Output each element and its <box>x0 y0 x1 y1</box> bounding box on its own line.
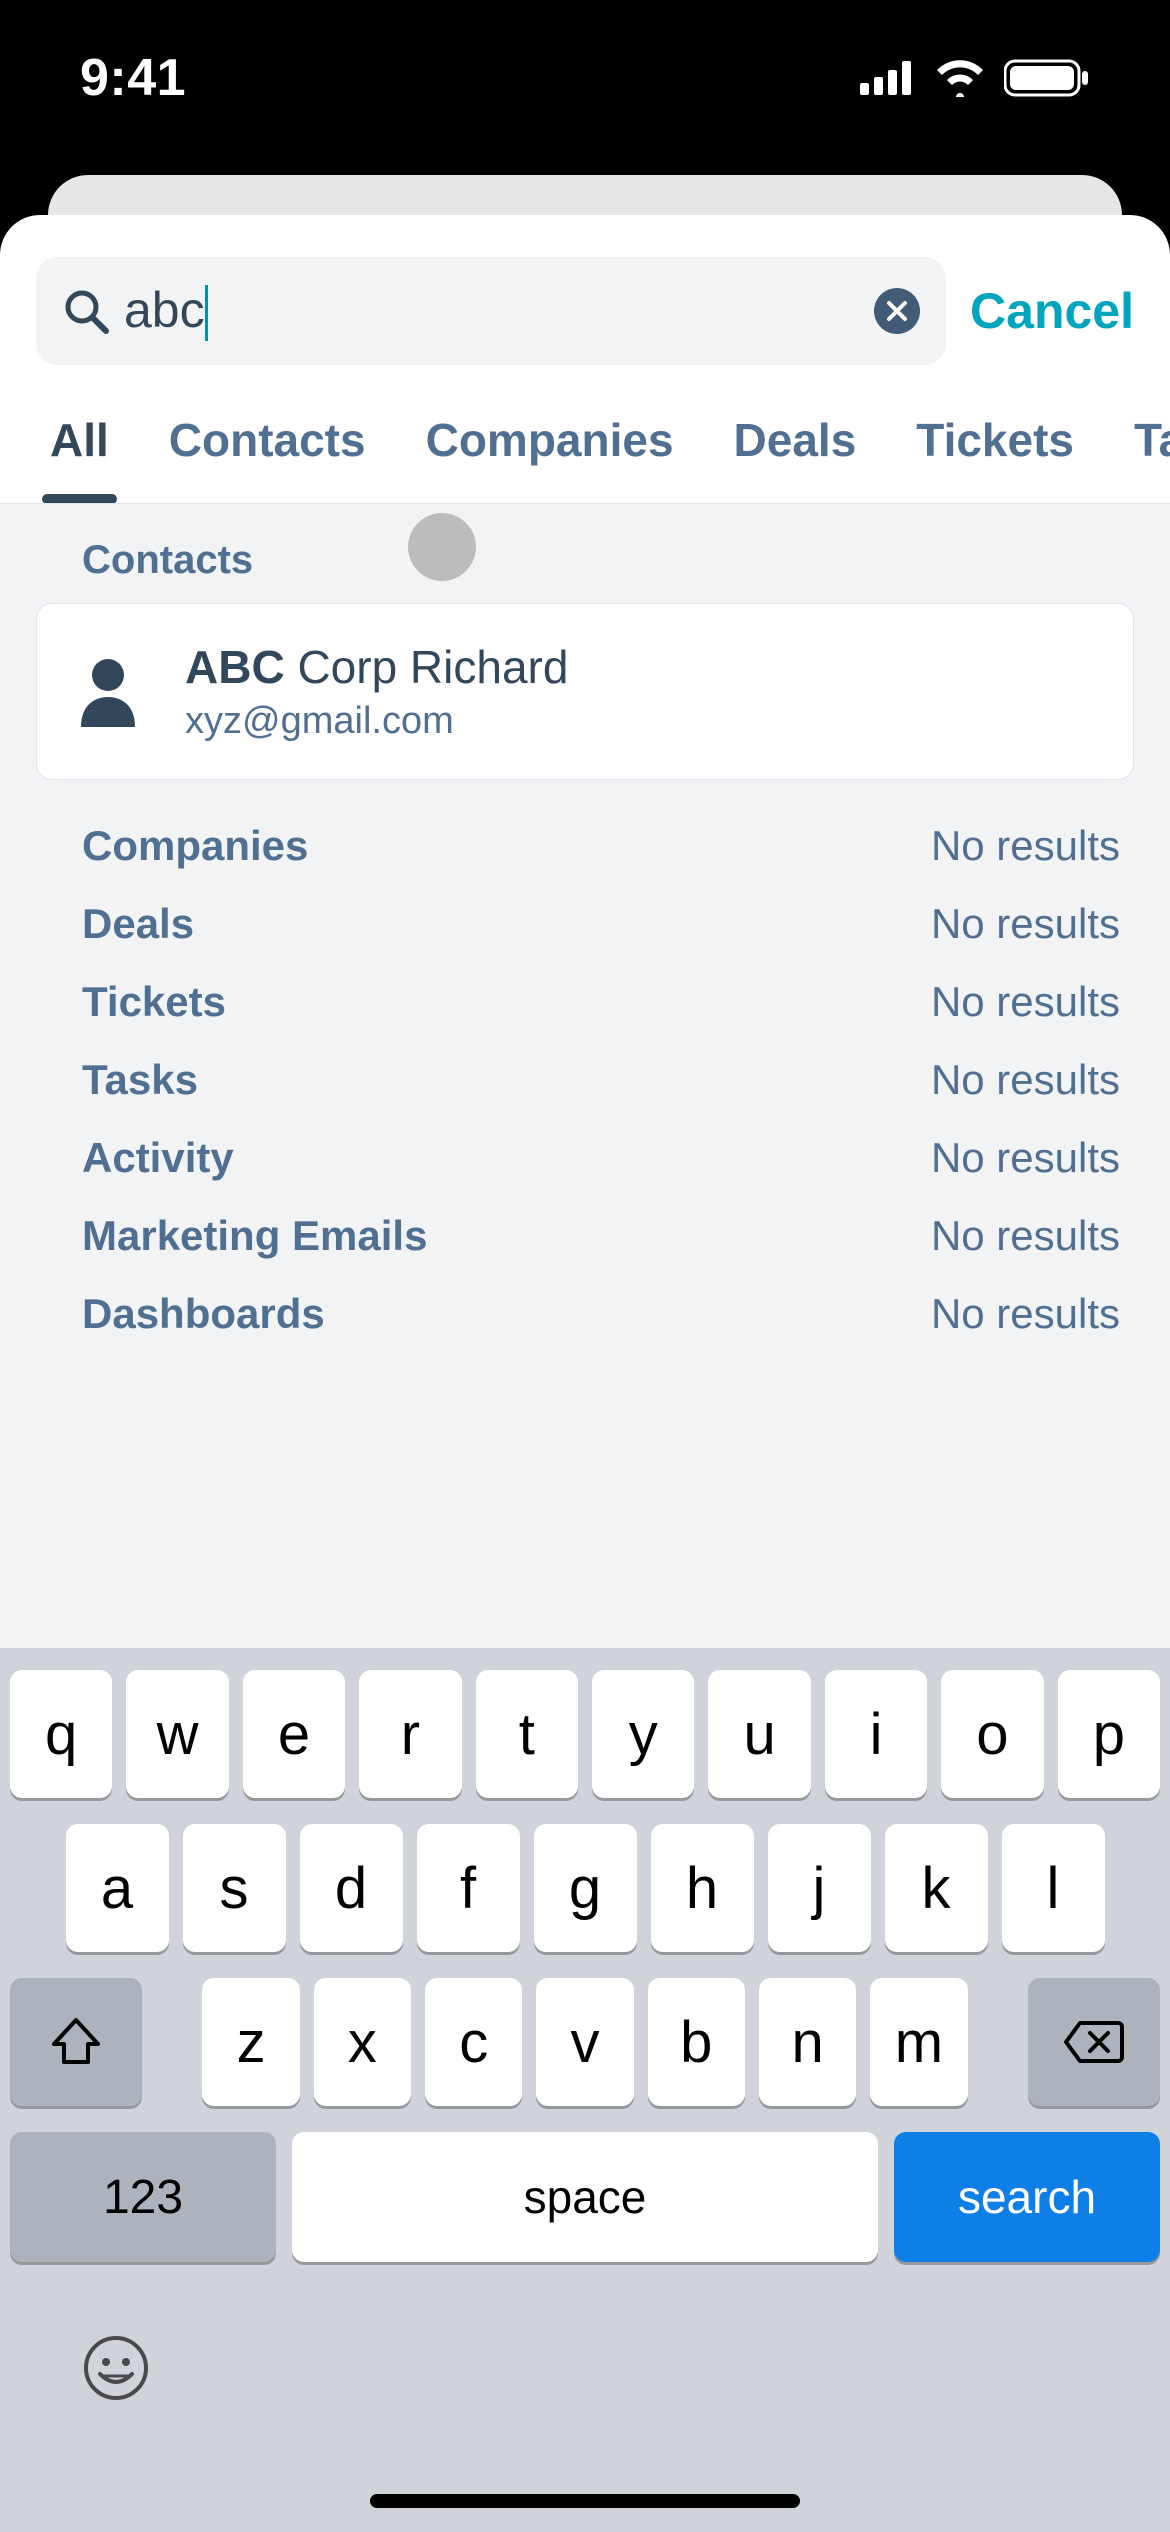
tab-tickets[interactable]: Tickets <box>916 413 1074 503</box>
empty-row-tasks: TasksNo results <box>82 1056 1120 1104</box>
key-i[interactable]: i <box>825 1670 927 1798</box>
key-backspace[interactable] <box>1028 1978 1160 2106</box>
contact-name: ABC Corp Richard <box>185 640 568 694</box>
battery-icon <box>1004 58 1090 98</box>
home-indicator[interactable] <box>370 2494 800 2508</box>
person-icon <box>77 657 139 727</box>
key-search[interactable]: search <box>894 2132 1160 2262</box>
tab-tasks[interactable]: Tasks <box>1134 413 1170 503</box>
empty-row-tickets: TicketsNo results <box>82 978 1120 1026</box>
key-s[interactable]: s <box>183 1824 286 1952</box>
close-icon <box>886 300 908 322</box>
key-y[interactable]: y <box>592 1670 694 1798</box>
filter-tabs: All Contacts Companies Deals Tickets Tas… <box>0 383 1170 504</box>
empty-row-activity: ActivityNo results <box>82 1134 1120 1182</box>
empty-row-marketing-emails: Marketing EmailsNo results <box>82 1212 1120 1260</box>
key-f[interactable]: f <box>417 1824 520 1952</box>
key-v[interactable]: v <box>536 1978 633 2106</box>
clear-search-button[interactable] <box>874 288 920 334</box>
key-q[interactable]: q <box>10 1670 112 1798</box>
key-u[interactable]: u <box>708 1670 810 1798</box>
key-m[interactable]: m <box>870 1978 967 2106</box>
search-icon <box>62 287 110 335</box>
search-input[interactable]: abc <box>124 281 874 342</box>
keyboard-footer <box>10 2288 1160 2404</box>
backspace-icon <box>1062 2019 1126 2065</box>
key-h[interactable]: h <box>651 1824 754 1952</box>
tab-deals[interactable]: Deals <box>734 413 857 503</box>
status-icons <box>860 58 1090 98</box>
key-p[interactable]: p <box>1058 1670 1160 1798</box>
keyboard-row-3: z x c v b n m <box>10 1978 1160 2106</box>
tab-companies[interactable]: Companies <box>426 413 674 503</box>
key-numeric[interactable]: 123 <box>10 2132 276 2262</box>
key-g[interactable]: g <box>534 1824 637 1952</box>
key-r[interactable]: r <box>359 1670 461 1798</box>
status-time: 9:41 <box>80 48 186 108</box>
contact-text: ABC Corp Richard xyz@gmail.com <box>185 640 568 743</box>
tab-all[interactable]: All <box>50 413 109 503</box>
empty-row-deals: DealsNo results <box>82 900 1120 948</box>
key-c[interactable]: c <box>425 1978 522 2106</box>
keyboard: q w e r t y u i o p a s d f g h j k l <box>0 1648 1170 2532</box>
search-row: abc Cancel <box>0 215 1170 383</box>
empty-sections: CompaniesNo results DealsNo results Tick… <box>0 780 1170 1338</box>
key-d[interactable]: d <box>300 1824 403 1952</box>
key-n[interactable]: n <box>759 1978 856 2106</box>
key-o[interactable]: o <box>941 1670 1043 1798</box>
keyboard-row-bottom: 123 space search <box>10 2132 1160 2262</box>
status-bar: 9:41 <box>0 0 1170 175</box>
section-header-contacts: Contacts <box>0 504 1170 603</box>
key-e[interactable]: e <box>243 1670 345 1798</box>
key-t[interactable]: t <box>476 1670 578 1798</box>
keyboard-row-1: q w e r t y u i o p <box>10 1670 1160 1798</box>
key-b[interactable]: b <box>648 1978 745 2106</box>
key-shift[interactable] <box>10 1978 142 2106</box>
empty-row-dashboards: DashboardsNo results <box>82 1290 1120 1338</box>
tab-contacts[interactable]: Contacts <box>169 413 366 503</box>
key-x[interactable]: x <box>314 1978 411 2106</box>
contact-result-card[interactable]: ABC Corp Richard xyz@gmail.com <box>36 603 1134 780</box>
key-j[interactable]: j <box>768 1824 871 1952</box>
shift-icon <box>48 2016 104 2068</box>
key-space[interactable]: space <box>292 2132 878 2262</box>
emoji-icon[interactable] <box>80 2332 152 2404</box>
keyboard-row-2: a s d f g h j k l <box>10 1824 1160 1952</box>
contact-email: xyz@gmail.com <box>185 700 568 743</box>
key-k[interactable]: k <box>885 1824 988 1952</box>
search-field[interactable]: abc <box>36 257 946 365</box>
key-a[interactable]: a <box>66 1824 169 1952</box>
empty-row-companies: CompaniesNo results <box>82 822 1120 870</box>
key-l[interactable]: l <box>1002 1824 1105 1952</box>
key-z[interactable]: z <box>202 1978 299 2106</box>
key-w[interactable]: w <box>126 1670 228 1798</box>
cancel-button[interactable]: Cancel <box>970 282 1134 340</box>
cellular-icon <box>860 61 916 95</box>
wifi-icon <box>934 59 986 97</box>
device-frame: 9:41 abc Cancel All Contacts Companies D… <box>0 0 1170 2532</box>
